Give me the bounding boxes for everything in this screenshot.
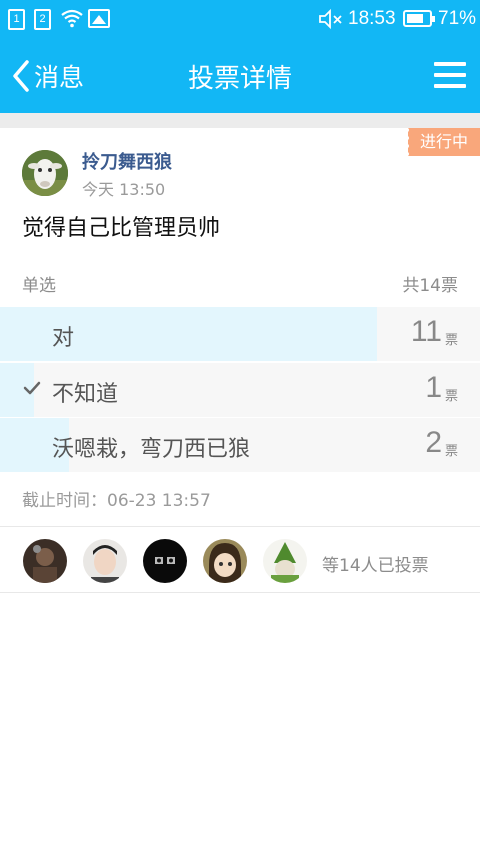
- voter-avatar-image: [143, 539, 187, 583]
- vote-option-count: 11: [410, 315, 442, 348]
- vote-option[interactable]: 不知道 1 票: [0, 363, 480, 417]
- author-avatar[interactable]: [22, 150, 68, 196]
- vote-option[interactable]: 对 11 票: [0, 307, 480, 361]
- mute-icon: [319, 8, 342, 30]
- voter-avatar-image: [203, 539, 247, 583]
- vote-unit: 票: [444, 389, 458, 404]
- sim2-icon: 2: [34, 9, 51, 30]
- post-time: 今天 13:50: [82, 180, 166, 199]
- vote-option[interactable]: 沃嗯栽，弯刀西已狼 2 票: [0, 418, 480, 472]
- goat-avatar-icon: [22, 150, 68, 196]
- divider: [0, 592, 480, 593]
- vote-option-label: 沃嗯栽，弯刀西已狼: [52, 437, 251, 462]
- vote-option-label: 对: [52, 326, 75, 351]
- voter-avatar-image: [23, 539, 67, 583]
- vote-question: 觉得自己比管理员帅: [22, 216, 221, 241]
- voter-avatar-image: [263, 539, 307, 583]
- menu-icon[interactable]: [434, 62, 466, 88]
- voter-avatar[interactable]: [143, 539, 187, 583]
- vote-unit: 票: [444, 333, 458, 348]
- status-badge: 进行中: [405, 128, 480, 156]
- voter-avatar[interactable]: [263, 539, 307, 583]
- vote-option-count: 1: [425, 371, 442, 404]
- voter-avatar-image: [83, 539, 127, 583]
- voter-avatar[interactable]: [83, 539, 127, 583]
- nav-bar: 消息 投票详情: [0, 38, 480, 113]
- battery-percent: 71%: [438, 8, 477, 29]
- status-bar: 1 2 18:53 71%: [0, 0, 480, 38]
- voter-avatar[interactable]: [23, 539, 67, 583]
- voter-avatar[interactable]: [203, 539, 247, 583]
- clock: 18:53: [348, 8, 396, 29]
- check-icon: [23, 381, 41, 395]
- vote-option-label: 不知道: [52, 382, 119, 407]
- voters-summary[interactable]: 等14人已投票: [322, 551, 429, 576]
- vote-option-count: 2: [425, 426, 442, 459]
- battery-icon: [403, 10, 435, 27]
- vote-total: 共14票: [402, 276, 458, 296]
- vote-type: 单选: [22, 276, 56, 296]
- sim1-icon: 1: [8, 9, 25, 30]
- author-name[interactable]: 拎刀舞西狼: [82, 148, 172, 174]
- section-gap: [0, 113, 480, 128]
- divider: [0, 526, 480, 527]
- vote-card: 进行中 拎刀舞西狼 今天 13:50 觉得自己比管理员帅 单选 共14票 对 1…: [0, 128, 480, 593]
- wifi-icon: [61, 9, 83, 28]
- vote-unit: 票: [444, 444, 458, 459]
- page-title: 投票详情: [187, 64, 292, 94]
- photo-icon: [88, 9, 110, 28]
- vote-deadline: 截止时间：06-23 13:57: [22, 491, 211, 511]
